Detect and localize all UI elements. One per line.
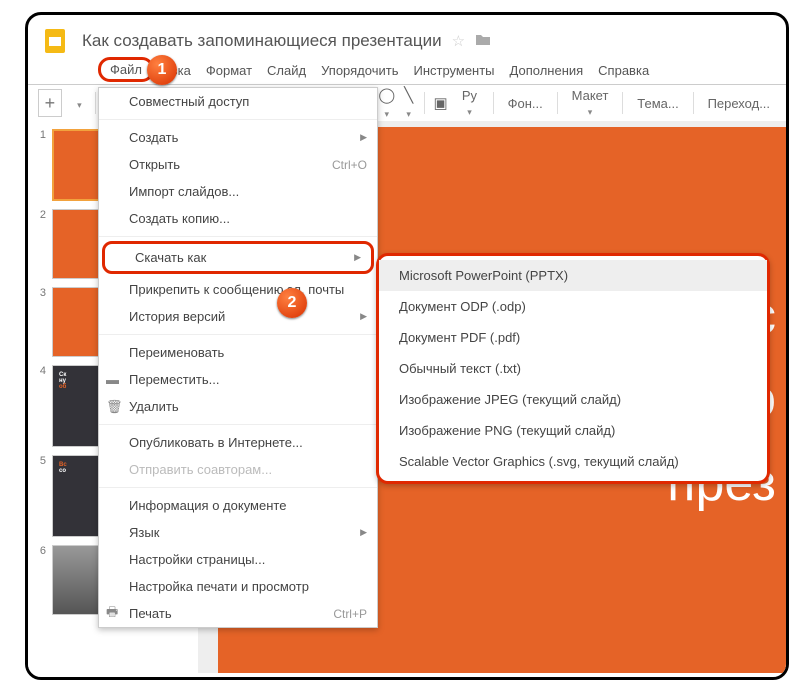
menu-move[interactable]: ▬Переместить...	[99, 366, 377, 393]
export-jpeg[interactable]: Изображение JPEG (текущий слайд)	[379, 384, 767, 415]
folder-icon[interactable]	[475, 33, 491, 50]
menu-create[interactable]: Создать▶	[99, 124, 377, 151]
menu-attach[interactable]: Прикрепить к сообщению эл. почты	[99, 276, 377, 303]
line-icon[interactable]: ╲	[401, 86, 416, 121]
menu-publish[interactable]: Опубликовать в Интернете...	[99, 429, 377, 456]
slides-logo	[40, 25, 72, 57]
star-icon[interactable]: ☆	[452, 32, 465, 50]
menu-tools[interactable]: Инструменты	[413, 63, 494, 78]
background-button[interactable]: Фон...	[502, 92, 549, 115]
export-svg[interactable]: Scalable Vector Graphics (.svg, текущий …	[379, 446, 767, 477]
callout-1: 1	[147, 55, 177, 85]
menu-slide[interactable]: Слайд	[267, 63, 306, 78]
menu-format[interactable]: Формат	[206, 63, 252, 78]
menu-print[interactable]: 🖶ПечатьCtrl+P	[99, 600, 377, 627]
menu-file[interactable]: Файл	[98, 57, 154, 82]
callout-2: 2	[277, 288, 307, 318]
shape-icon[interactable]: ◯	[378, 86, 395, 121]
download-submenu: Microsoft PowerPoint (PPTX) Документ ODP…	[376, 253, 770, 484]
export-pdf[interactable]: Документ PDF (.pdf)	[379, 322, 767, 353]
menu-delete[interactable]: 🗑Удалить	[99, 393, 377, 420]
menu-copy[interactable]: Создать копию...	[99, 205, 377, 232]
menu-arrange[interactable]: Упорядочить	[321, 63, 398, 78]
export-png[interactable]: Изображение PNG (текущий слайд)	[379, 415, 767, 446]
menu-pagesetup[interactable]: Настройки страницы...	[99, 546, 377, 573]
menu-printsetup[interactable]: Настройка печати и просмотр	[99, 573, 377, 600]
menu-send: Отправить соавторам...	[99, 456, 377, 483]
theme-button[interactable]: Тема...	[631, 92, 684, 115]
menu-download-as[interactable]: Скачать как▶	[102, 241, 374, 274]
menu-lang[interactable]: Язык▶	[99, 519, 377, 546]
folder-icon: ▬	[106, 372, 119, 387]
doc-title[interactable]: Как создавать запоминающиеся презентации	[82, 31, 442, 51]
menu-open[interactable]: ОткрытьCtrl+O	[99, 151, 377, 178]
file-menu-dropdown: Совместный доступ Создать▶ ОткрытьCtrl+O…	[98, 87, 378, 628]
transition-button[interactable]: Переход...	[702, 92, 776, 115]
new-slide-dropdown[interactable]	[72, 95, 87, 112]
trash-icon: 🗑	[106, 399, 123, 415]
menu-import[interactable]: Импорт слайдов...	[99, 178, 377, 205]
export-pptx[interactable]: Microsoft PowerPoint (PPTX)	[379, 260, 767, 291]
menu-info[interactable]: Информация о документе	[99, 492, 377, 519]
comment-icon[interactable]: ▣	[433, 94, 448, 112]
menu-help[interactable]: Справка	[598, 63, 649, 78]
print-icon: 🖶	[106, 603, 118, 625]
export-txt[interactable]: Обычный текст (.txt)	[379, 353, 767, 384]
menu-share[interactable]: Совместный доступ	[99, 88, 377, 115]
qa-button[interactable]: Ру	[454, 84, 485, 122]
layout-button[interactable]: Макет	[566, 84, 615, 122]
menu-rename[interactable]: Переименовать	[99, 339, 377, 366]
new-slide-button[interactable]: +	[38, 89, 62, 117]
menu-history[interactable]: История версий▶	[99, 303, 377, 330]
export-odp[interactable]: Документ ODP (.odp)	[379, 291, 767, 322]
menu-addons[interactable]: Дополнения	[510, 63, 584, 78]
